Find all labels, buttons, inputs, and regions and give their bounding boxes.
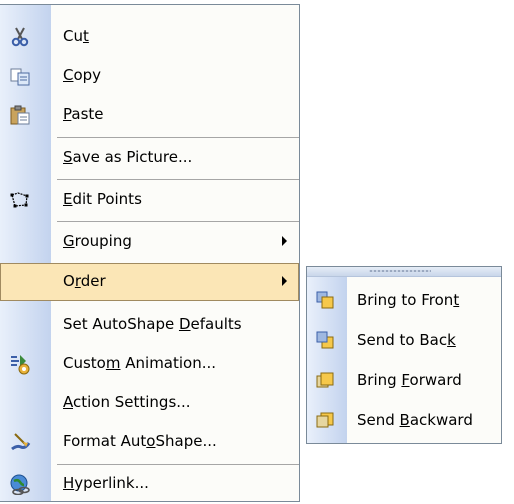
drag-handle-dots [369, 270, 431, 272]
menu-item-label: Grouping [63, 232, 132, 250]
submenu-item-label: Bring Forward [357, 371, 462, 389]
menu-item-label: Paste [63, 105, 104, 123]
format-autoshape-icon [9, 431, 31, 453]
menu-item-label: Edit Points [63, 190, 142, 208]
edit-points-icon [9, 189, 31, 211]
submenu-item-send-backward[interactable]: Send Backward [307, 401, 501, 439]
submenu-arrow-icon [282, 276, 287, 286]
menu-item-label: Copy [63, 66, 102, 84]
menu-item-edit-points[interactable]: Edit Points [0, 181, 299, 219]
submenu-drag-handle[interactable] [307, 267, 501, 277]
send-to-back-icon [315, 330, 335, 350]
send-backward-icon [315, 410, 335, 430]
submenu-item-label: Send to Back [357, 331, 456, 349]
submenu-arrow-icon [282, 236, 287, 246]
menu-item-label: Order [63, 272, 106, 290]
menu-item-hyperlink[interactable]: Hyperlink... [0, 465, 299, 503]
menu-item-label: Action Settings... [63, 393, 191, 411]
submenu-item-label: Send Backward [357, 411, 473, 429]
menu-separator [57, 221, 299, 222]
bring-to-front-icon [315, 290, 335, 310]
menu-item-save-as-picture[interactable]: Save as Picture... [0, 139, 299, 177]
menu-item-label: Set AutoShape Defaults [63, 315, 242, 333]
submenu-item-send-to-back[interactable]: Send to Back [307, 321, 501, 359]
paste-icon [9, 104, 31, 126]
copy-icon [9, 65, 31, 87]
menu-item-cut[interactable]: Cut [0, 18, 299, 56]
hyperlink-icon [9, 473, 31, 496]
submenu-item-bring-to-front[interactable]: Bring to Front [307, 281, 501, 319]
submenu-item-bring-forward[interactable]: Bring Forward [307, 361, 501, 399]
custom-animation-icon [9, 353, 31, 375]
menu-item-label: Custom Animation... [63, 354, 217, 372]
menu-separator [57, 179, 299, 180]
menu-item-grouping[interactable]: Grouping [0, 223, 299, 261]
menu-item-order[interactable]: Order [0, 263, 299, 301]
menu-item-paste[interactable]: Paste [0, 96, 299, 134]
menu-item-label: Save as Picture... [63, 148, 193, 166]
submenu-item-label: Bring to Front [357, 291, 460, 309]
context-menu: Cut Copy Paste Save as Picture... Edit P… [0, 4, 300, 502]
menu-item-label: Hyperlink... [63, 474, 149, 492]
menu-item-set-autoshape-defaults[interactable]: Set AutoShape Defaults [0, 306, 299, 344]
menu-separator [57, 137, 299, 138]
menu-item-custom-animation[interactable]: Custom Animation... [0, 345, 299, 383]
menu-item-label: Cut [63, 27, 89, 45]
menu-item-format-autoshape[interactable]: Format AutoShape... [0, 423, 299, 461]
menu-item-action-settings[interactable]: Action Settings... [0, 384, 299, 422]
order-submenu: Bring to Front Send to Back Bring Forwar… [306, 266, 502, 444]
menu-item-label: Format AutoShape... [63, 432, 217, 450]
bring-forward-icon [315, 370, 335, 390]
scissors-icon [9, 26, 31, 48]
menu-item-copy[interactable]: Copy [0, 57, 299, 95]
